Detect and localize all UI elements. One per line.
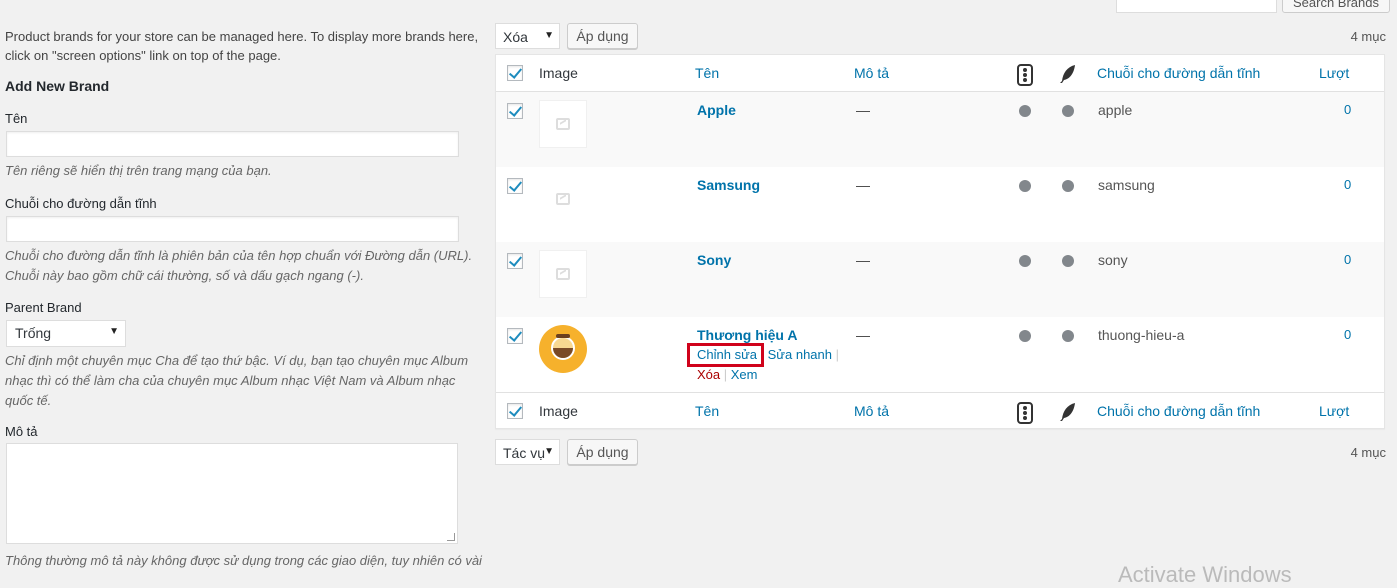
name-hint: Tên riêng sẽ hiển thị trên trang mạng củ…	[5, 163, 272, 178]
table-row: Samsung — samsung 0	[496, 167, 1384, 242]
status-dot	[1019, 330, 1031, 342]
bulk-action-select-bottom[interactable]: Tác vụ ▼	[495, 439, 560, 465]
image-placeholder-icon	[556, 118, 570, 130]
row-checkbox[interactable]	[507, 328, 523, 344]
traffic-light-icon	[1017, 64, 1033, 86]
brand-thumbnail	[539, 175, 587, 223]
table-row: Thương hiệu A Chỉnh sửa | Sửa nhanh | Xó…	[496, 317, 1384, 392]
table-row: Sony — sony 0	[496, 242, 1384, 317]
dropdown-arrow-icon: ▼	[544, 446, 554, 457]
image-placeholder-icon	[556, 193, 570, 205]
activate-windows-watermark: Activate Windows	[1118, 562, 1292, 587]
jar-icon	[551, 336, 575, 360]
brands-table: Image Tên Mô tả Chuỗi cho đường dẫn tĩnh…	[495, 54, 1385, 429]
row-checkbox[interactable]	[507, 103, 523, 119]
status-dot	[1062, 105, 1074, 117]
slug-label: Chuỗi cho đường dẫn tĩnh	[5, 196, 157, 211]
parent-brand-hint: Chỉ định một chuyên mục Cha để tạo thứ b…	[5, 353, 469, 408]
col-count[interactable]: Lượt	[1319, 65, 1349, 81]
brand-count-link[interactable]: 0	[1344, 102, 1351, 117]
brand-name-link[interactable]: Thương hiệu A	[697, 327, 797, 343]
col-name[interactable]: Tên	[695, 65, 719, 81]
feather-icon	[1060, 65, 1075, 83]
status-dot	[1019, 105, 1031, 117]
brand-name-link[interactable]: Samsung	[697, 177, 760, 193]
brand-slug: apple	[1098, 102, 1133, 118]
brand-slug: samsung	[1098, 177, 1155, 193]
row-checkbox[interactable]	[507, 253, 523, 269]
description-hint: Thông thường mô tả này không được sử dụn…	[5, 553, 482, 568]
apply-button-top[interactable]: Áp dụng	[567, 23, 638, 49]
col-slug[interactable]: Chuỗi cho đường dẫn tĩnh	[1097, 403, 1260, 419]
description-textarea[interactable]	[6, 443, 458, 544]
col-description[interactable]: Mô tả	[854, 65, 889, 81]
name-label: Tên	[5, 111, 28, 126]
status-dot	[1062, 180, 1074, 192]
brand-description: —	[856, 327, 870, 343]
status-dot	[1019, 255, 1031, 267]
status-dot	[1062, 255, 1074, 267]
brand-count-link[interactable]: 0	[1344, 327, 1351, 342]
quick-edit-link[interactable]: Sửa nhanh	[768, 347, 832, 362]
search-input[interactable]	[1116, 0, 1277, 13]
description-label: Mô tả	[5, 424, 38, 439]
status-dot	[1019, 180, 1031, 192]
dropdown-arrow-icon: ▼	[109, 326, 119, 337]
brand-name-link[interactable]: Apple	[697, 102, 736, 118]
delete-link[interactable]: Xóa	[697, 367, 720, 382]
bulk-action-value: Xóa	[503, 29, 528, 45]
brand-thumbnail	[539, 100, 587, 148]
brand-name-link[interactable]: Sony	[697, 252, 731, 268]
add-brand-heading: Add New Brand	[5, 78, 110, 94]
apply-button-bottom[interactable]: Áp dụng	[567, 439, 638, 465]
table-footer: Image Tên Mô tả Chuỗi cho đường dẫn tĩnh…	[496, 392, 1384, 429]
name-input[interactable]	[6, 131, 459, 157]
select-all-checkbox[interactable]	[507, 65, 523, 81]
brand-description: —	[856, 252, 870, 268]
item-count-bottom: 4 mục	[1350, 445, 1386, 460]
search-brands-button[interactable]: Search Brands	[1282, 0, 1390, 13]
col-slug[interactable]: Chuỗi cho đường dẫn tĩnh	[1097, 65, 1260, 81]
feather-icon	[1060, 403, 1075, 421]
bulk-action-value: Tác vụ	[503, 445, 546, 461]
brand-thumbnail	[539, 250, 587, 298]
select-all-checkbox-footer[interactable]	[507, 403, 523, 419]
parent-brand-select[interactable]: Trống ▼	[6, 320, 126, 347]
resize-handle-icon[interactable]	[447, 533, 455, 541]
slug-input[interactable]	[6, 216, 459, 242]
parent-brand-value: Trống	[15, 325, 52, 341]
table-header: Image Tên Mô tả Chuỗi cho đường dẫn tĩnh…	[496, 55, 1384, 92]
edit-link-highlight	[687, 343, 764, 367]
col-count[interactable]: Lượt	[1319, 403, 1349, 419]
status-dot	[1062, 330, 1074, 342]
col-image: Image	[539, 403, 578, 419]
dropdown-arrow-icon: ▼	[544, 30, 554, 41]
image-placeholder-icon	[556, 268, 570, 280]
item-count-top: 4 mục	[1350, 29, 1386, 44]
traffic-light-icon	[1017, 402, 1033, 424]
table-row: Apple — apple 0	[496, 92, 1384, 167]
brand-count-link[interactable]: 0	[1344, 252, 1351, 267]
col-description[interactable]: Mô tả	[854, 403, 889, 419]
brand-count-link[interactable]: 0	[1344, 177, 1351, 192]
view-link[interactable]: Xem	[731, 367, 758, 382]
brand-logo	[539, 325, 587, 373]
slug-hint: Chuỗi cho đường dẫn tĩnh là phiên bản củ…	[5, 248, 473, 283]
brand-slug: thuong-hieu-a	[1098, 327, 1185, 343]
col-image: Image	[539, 65, 578, 81]
brand-description: —	[856, 177, 870, 193]
row-checkbox[interactable]	[507, 178, 523, 194]
col-name[interactable]: Tên	[695, 403, 719, 419]
brand-slug: sony	[1098, 252, 1128, 268]
bulk-action-select-top[interactable]: Xóa ▼	[495, 23, 560, 49]
parent-brand-label: Parent Brand	[5, 300, 82, 315]
intro-text: Product brands for your store can be man…	[5, 29, 479, 63]
brand-description: —	[856, 102, 870, 118]
